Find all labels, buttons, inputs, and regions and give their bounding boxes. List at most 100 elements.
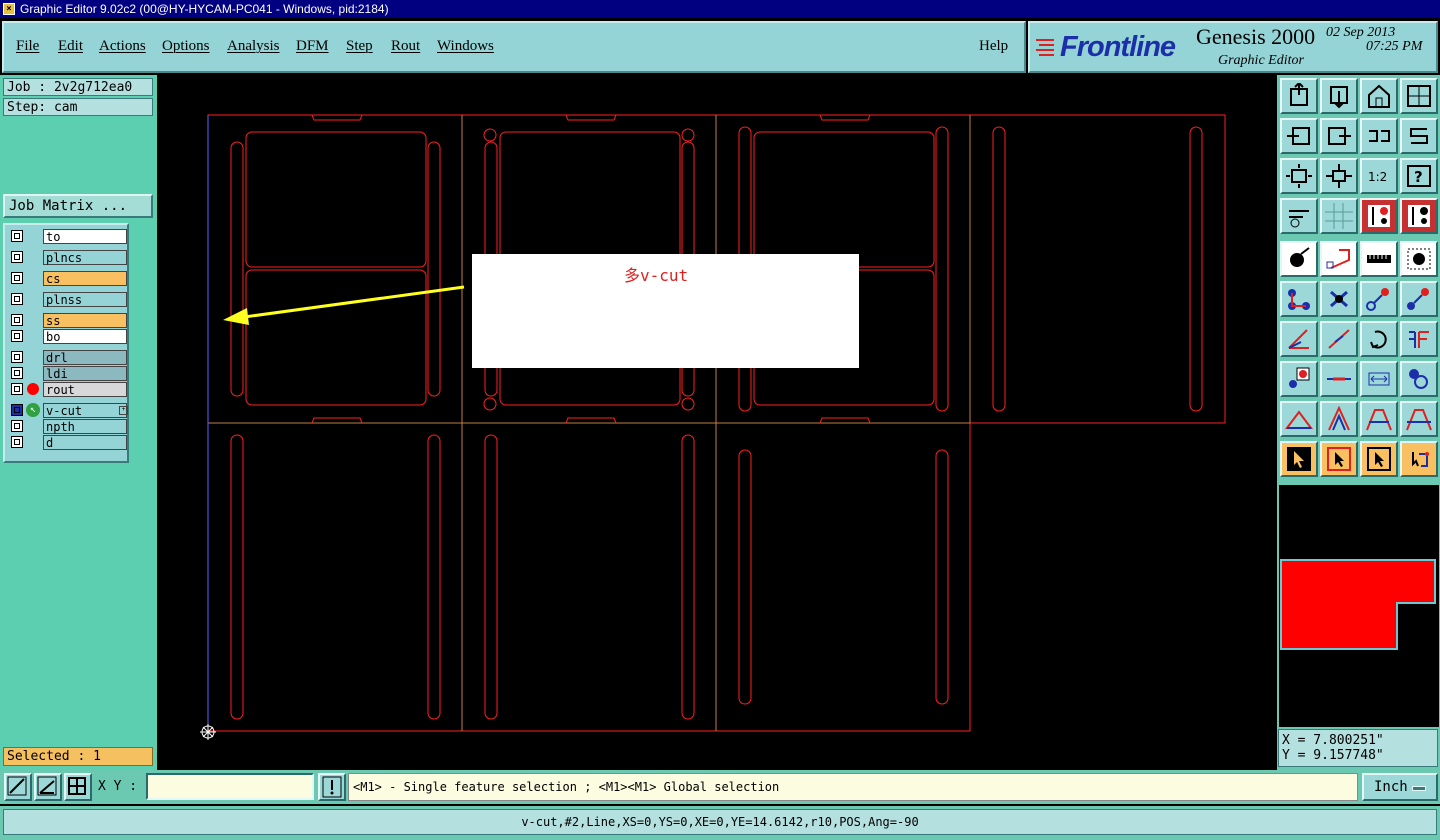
rotate-button[interactable] xyxy=(1360,321,1398,357)
layer-row-cs[interactable]: cs xyxy=(9,271,127,286)
trapezoid-button[interactable] xyxy=(1360,401,1398,437)
pan-right-button[interactable] xyxy=(1320,118,1358,154)
mirror-view-button[interactable] xyxy=(1400,118,1438,154)
shape-c-button[interactable] xyxy=(1400,401,1438,437)
layer-name[interactable]: ldi xyxy=(43,366,127,381)
layer-name[interactable]: plncs xyxy=(43,250,127,265)
xy-input[interactable] xyxy=(146,773,314,800)
snap-pad-button[interactable] xyxy=(1280,361,1318,397)
triangle-a-button[interactable] xyxy=(1280,401,1318,437)
home-view-button[interactable] xyxy=(1360,78,1398,114)
layer-name[interactable]: cs xyxy=(43,271,127,286)
layer-row-plnss[interactable]: plnss xyxy=(9,292,127,307)
layer-name[interactable]: ss xyxy=(43,313,127,328)
menu-help[interactable]: Help xyxy=(979,38,1008,55)
layer-checkbox[interactable] xyxy=(11,251,23,263)
layer-checkbox[interactable] xyxy=(11,436,23,448)
select-pointer-button[interactable] xyxy=(1280,441,1318,477)
zoom-home-button[interactable] xyxy=(1280,78,1318,114)
layer-checkbox[interactable] xyxy=(11,314,23,326)
select-box-button[interactable] xyxy=(1320,441,1358,477)
layer-checkbox[interactable] xyxy=(11,230,23,242)
triangle-b-button[interactable] xyxy=(1320,401,1358,437)
menu-analysis[interactable]: Analysis xyxy=(227,38,280,55)
graphic-canvas[interactable]: 多v-cut xyxy=(157,75,1277,770)
minimap-spacer xyxy=(1279,653,1439,727)
layer-row-d[interactable]: d xyxy=(9,435,127,450)
layer-name[interactable]: rout xyxy=(43,382,127,397)
layer-row-v-cut[interactable]: ↖ v-cut + xyxy=(9,403,128,418)
select-filter-button[interactable] xyxy=(1360,441,1398,477)
minimap-drawing xyxy=(1280,559,1436,650)
menu-edit[interactable]: Edit xyxy=(58,38,83,55)
menu-windows[interactable]: Windows xyxy=(437,38,494,55)
snap-on-button[interactable] xyxy=(1360,198,1398,234)
layer-checkbox[interactable] xyxy=(11,330,23,342)
layer-row-ldi[interactable]: ldi xyxy=(9,366,127,381)
minimap[interactable] xyxy=(1279,557,1439,653)
layer-checkbox[interactable] xyxy=(11,383,23,395)
layer-row-to[interactable]: to xyxy=(9,229,127,244)
line-button[interactable] xyxy=(1320,321,1358,357)
window-view-button[interactable] xyxy=(1400,78,1438,114)
pan-left-button[interactable] xyxy=(1280,118,1318,154)
scale-1-2-button[interactable]: 1:2 xyxy=(1360,158,1398,194)
layer-row-npth[interactable]: npth xyxy=(9,419,127,434)
menu-dfm[interactable]: DFM xyxy=(296,38,329,55)
mirror-feature-button[interactable] xyxy=(1400,321,1438,357)
zoom-area-button[interactable] xyxy=(4,773,32,801)
layer-row-ss[interactable]: ss xyxy=(9,313,127,328)
layer-row-drl[interactable]: drl xyxy=(9,350,127,365)
command-bar: X Y : <M1> - Single feature selection ; … xyxy=(0,770,1440,804)
layer-checkbox[interactable] xyxy=(11,293,23,305)
menu-rout[interactable]: Rout xyxy=(391,38,420,55)
layer-checkbox[interactable] xyxy=(11,272,23,284)
ruler-button[interactable] xyxy=(1360,241,1398,277)
delete-button[interactable] xyxy=(1320,281,1358,317)
layer-name[interactable]: d xyxy=(43,435,127,450)
layer-checkbox[interactable] xyxy=(11,367,23,379)
layer-row-bo[interactable]: bo xyxy=(9,329,127,344)
zoom-center-button[interactable] xyxy=(1320,158,1358,194)
move-button[interactable] xyxy=(1360,281,1398,317)
pcb-drawing[interactable] xyxy=(157,75,1277,770)
layer-row-plncs[interactable]: plncs xyxy=(9,250,127,265)
layer-name[interactable]: drl xyxy=(43,350,127,365)
menu-step[interactable]: Step xyxy=(346,38,373,55)
layer-checkbox[interactable] xyxy=(11,420,23,432)
menu-file[interactable]: File xyxy=(16,38,39,55)
job-matrix-button[interactable]: Job Matrix ... xyxy=(3,194,153,218)
zoom-fit-button[interactable] xyxy=(1280,158,1318,194)
grid-button[interactable] xyxy=(1320,198,1358,234)
measure-angle-button[interactable] xyxy=(34,773,62,801)
angle-button[interactable] xyxy=(1280,321,1318,357)
select-net-button[interactable] xyxy=(1400,441,1438,477)
layer-name[interactable]: bo xyxy=(43,329,127,344)
layer-name[interactable]: to xyxy=(43,229,127,244)
select-area-button[interactable] xyxy=(1400,241,1438,277)
resize-button[interactable] xyxy=(1320,361,1358,397)
layer-row-rout[interactable]: rout xyxy=(9,382,127,397)
zoom-center-icon xyxy=(1326,164,1352,188)
copy-button[interactable] xyxy=(1400,281,1438,317)
group-button[interactable] xyxy=(1400,361,1438,397)
menu-options[interactable]: Options xyxy=(162,38,210,55)
tools-button[interactable] xyxy=(1280,198,1318,234)
layer-name[interactable]: v-cut xyxy=(43,403,127,418)
layer-checkbox[interactable] xyxy=(11,404,23,416)
layer-name[interactable]: plnss xyxy=(43,292,127,307)
measure-button[interactable] xyxy=(1360,361,1398,397)
menu-actions[interactable]: Actions xyxy=(99,38,146,55)
swap-view-button[interactable] xyxy=(1360,118,1398,154)
units-selector[interactable]: Inch xyxy=(1362,773,1438,801)
add-pad-button[interactable] xyxy=(1280,241,1318,277)
layer-name[interactable]: npth xyxy=(43,419,127,434)
add-surface-button[interactable] xyxy=(1320,241,1358,277)
layer-checkbox[interactable] xyxy=(11,351,23,363)
zoom-in-button[interactable] xyxy=(1320,78,1358,114)
snap-off-button[interactable] xyxy=(1400,198,1438,234)
help-query-button[interactable]: ? xyxy=(1400,158,1438,194)
connect-button[interactable] xyxy=(1280,281,1318,317)
alert-button[interactable] xyxy=(318,773,346,801)
snap-grid-button[interactable] xyxy=(64,773,92,801)
